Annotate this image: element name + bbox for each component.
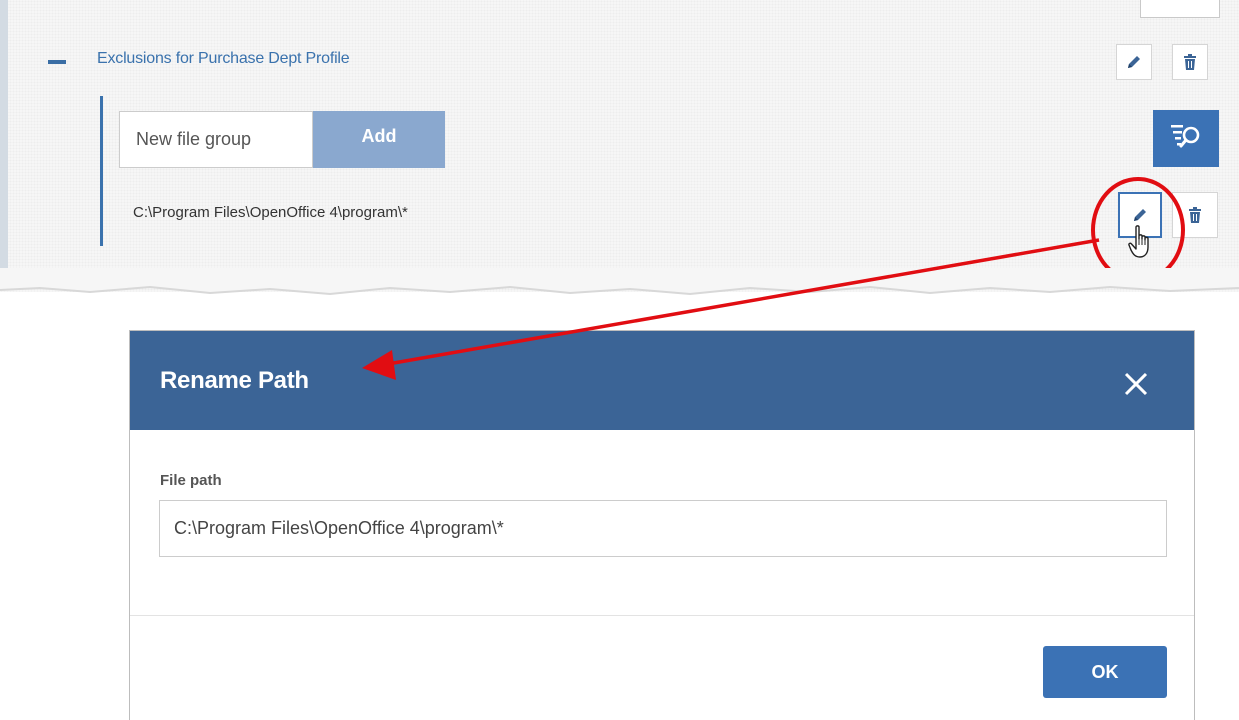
left-rail	[0, 0, 8, 268]
hand-pointer-icon	[1128, 225, 1156, 264]
filter-search-icon	[1169, 121, 1203, 156]
pencil-icon	[1126, 54, 1142, 70]
edit-profile-button[interactable]	[1116, 44, 1152, 80]
exclusions-title[interactable]: Exclusions for Purchase Dept Profile	[97, 50, 350, 68]
delete-path-button[interactable]	[1172, 192, 1218, 238]
rename-path-dialog: Rename Path File path OK	[129, 330, 1195, 720]
minus-icon[interactable]	[48, 57, 68, 67]
exclusion-path: C:\Program Files\OpenOffice 4\program\*	[133, 204, 408, 221]
delete-profile-button[interactable]	[1172, 44, 1208, 80]
file-path-input[interactable]	[159, 500, 1167, 557]
ok-button[interactable]: OK	[1043, 646, 1167, 698]
dialog-title: Rename Path	[160, 367, 309, 394]
file-path-label: File path	[160, 472, 222, 489]
trash-icon	[1188, 207, 1202, 223]
exclusions-panel: Exclusions for Purchase Dept Profile Add	[0, 0, 1239, 292]
add-button[interactable]: Add	[313, 111, 445, 168]
top-button-stub[interactable]	[1140, 0, 1220, 18]
indent-line	[100, 96, 103, 246]
close-button[interactable]	[1120, 368, 1152, 400]
trash-icon	[1183, 54, 1197, 70]
close-icon	[1120, 372, 1152, 404]
dialog-divider	[130, 615, 1194, 616]
pencil-icon	[1132, 207, 1148, 223]
filter-search-button[interactable]	[1153, 110, 1219, 167]
new-file-group-input[interactable]	[119, 111, 313, 168]
dialog-header: Rename Path	[130, 331, 1194, 430]
